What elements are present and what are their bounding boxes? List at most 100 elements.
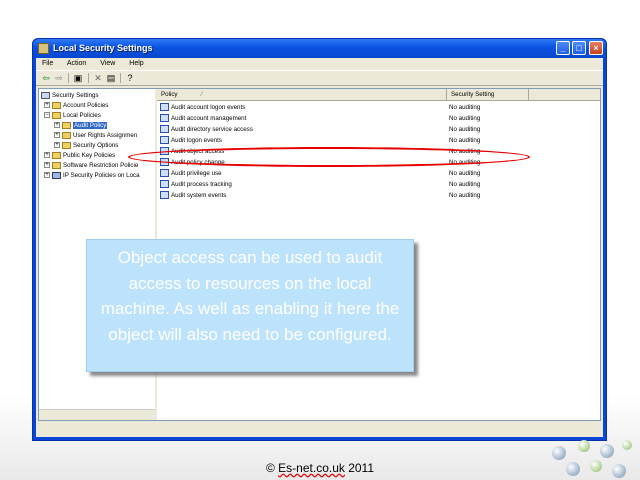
security-setting-value: No auditing [449,104,481,111]
folder-open-icon [52,111,61,119]
tree-item-ip-security-policies[interactable]: + IP Security Policies on Loca [44,171,140,181]
policy-icon [160,125,169,134]
tree-item-security-options[interactable]: + Security Options [54,141,118,151]
policy-name: Audit account management [171,115,247,122]
policy-icon [160,103,169,112]
window-title: Local Security Settings [53,43,153,53]
title-bar[interactable]: Local Security Settings _ □ × [33,39,606,58]
policy-icon [160,180,169,189]
security-setting-value: No auditing [449,137,481,144]
folder-icon [62,121,71,129]
policy-icon [160,191,169,200]
decorative-dot [590,460,602,472]
decorative-dot [552,446,566,460]
toolbar-separator [120,73,121,83]
decorative-dot [622,440,632,450]
sort-glyph: ⁄ [201,91,203,98]
tree-item-security-settings[interactable]: Security Settings [41,91,98,101]
table-row[interactable]: Audit system events No auditing [157,190,600,201]
policy-name: Audit privilege use [171,170,222,177]
menu-action[interactable]: Action [67,60,86,67]
security-setting-value: No auditing [449,192,481,199]
tree-item-label: Software Restriction Policie [63,162,139,169]
decorative-dot [600,444,614,458]
expand-icon[interactable]: + [44,172,50,179]
tree-horizontal-scrollbar[interactable] [39,409,155,420]
toolbar-separator [88,73,89,83]
policy-icon [160,114,169,123]
forward-icon[interactable]: ⇨ [54,73,64,83]
table-row[interactable]: Audit directory service access No auditi… [157,124,600,135]
security-settings-icon [41,91,50,99]
menu-help[interactable]: Help [129,60,143,67]
close-button[interactable]: × [589,41,603,55]
toolbar: ⇦ ⇨ ▣ ✕ ▤ ? [36,70,603,86]
security-setting-value: No auditing [449,181,481,188]
delete-icon[interactable]: ✕ [93,73,103,83]
footer: © Es-net.co.uk 2011 [0,461,640,475]
tree-item-software-restriction-policies[interactable]: + Software Restriction Policie [44,161,138,171]
expand-icon[interactable]: + [54,142,60,149]
policy-icon [160,136,169,145]
table-row[interactable]: Audit privilege use No auditing [157,168,600,179]
column-header-policy[interactable]: Policy ⁄ [157,89,447,100]
column-label: Policy [161,91,178,98]
up-folder-icon[interactable]: ▣ [73,73,83,83]
policy-name: Audit account logon events [171,104,246,111]
tree-item-label: Security Settings [52,92,99,99]
tree-item-label: Audit Policy [73,122,108,129]
expand-icon[interactable]: + [54,132,60,139]
footer-year: 2011 [344,461,375,475]
column-header-security-setting[interactable]: Security Setting [447,89,529,100]
folder-icon [52,161,61,169]
table-row[interactable]: Audit logon events No auditing [157,135,600,146]
toolbar-separator [68,73,69,83]
table-row[interactable]: Audit account management No auditing [157,113,600,124]
policy-name: Audit logon events [171,137,222,144]
policy-name: Audit system events [171,192,227,199]
folder-icon [62,141,71,149]
expand-icon[interactable]: + [54,122,60,129]
tree-item-label: IP Security Policies on Loca [63,172,140,179]
security-setting-value: No auditing [449,170,481,177]
properties-icon[interactable]: ▤ [106,73,116,83]
copyright-prefix: © [265,461,279,475]
network-policy-icon [52,171,61,179]
maximize-button[interactable]: □ [572,41,586,55]
policy-icon [160,169,169,178]
tree-item-label: Public Key Policies [63,152,116,159]
highlight-ellipse [128,147,530,167]
decorative-dot [578,440,590,452]
menu-view[interactable]: View [100,60,115,67]
decorative-dot [612,464,626,478]
collapse-icon[interactable]: − [44,112,50,119]
expand-icon[interactable]: + [44,152,50,159]
footer-site: Es-net.co.uk [278,461,345,475]
security-setting-value: No auditing [449,115,481,122]
tree-item-audit-policy[interactable]: + Audit Policy [54,121,108,131]
back-icon[interactable]: ⇦ [41,73,51,83]
policy-name: Audit directory service access [171,126,253,133]
menu-bar: File Action View Help [36,58,603,70]
table-row[interactable]: Audit process tracking No auditing [157,179,600,190]
help-icon[interactable]: ? [125,73,135,83]
tree-item-local-policies[interactable]: − Local Policies [44,111,101,121]
decorative-dot [566,462,580,476]
callout-box: Object access can be used to audit acces… [86,239,414,372]
tree-item-label: Account Policies [63,102,109,109]
folder-icon [52,151,61,159]
menu-file[interactable]: File [42,60,53,67]
tree-item-label: Security Options [73,142,119,149]
tree-item-public-key-policies[interactable]: + Public Key Policies [44,151,115,161]
expand-icon[interactable]: + [44,102,50,109]
tree-item-account-policies[interactable]: + Account Policies [44,101,108,111]
expand-icon[interactable]: + [44,162,50,169]
table-row[interactable]: Audit account logon events No auditing [157,102,600,113]
list-header: Policy ⁄ Security Setting [157,89,600,101]
folder-icon [62,131,71,139]
tree-item-user-rights-assignment[interactable]: + User Rights Assignmen [54,131,137,141]
minimize-button[interactable]: _ [556,41,570,55]
app-icon [38,43,49,54]
security-setting-value: No auditing [449,126,481,133]
status-bar [36,423,603,437]
